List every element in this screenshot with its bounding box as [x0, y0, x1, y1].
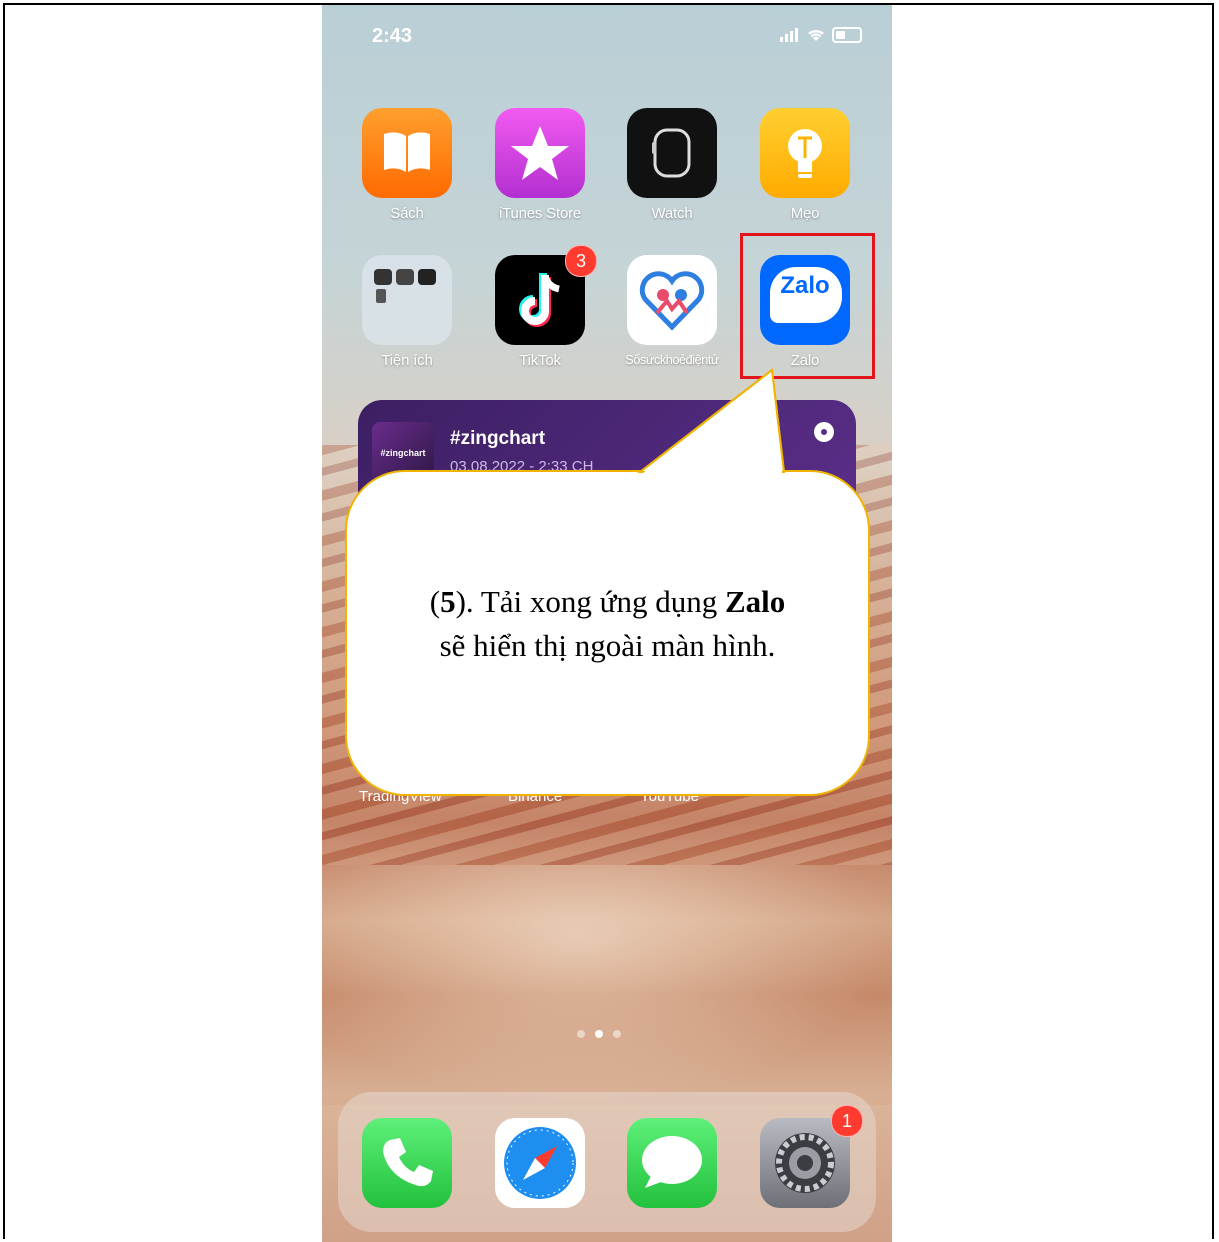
callout-prefix: ( [429, 584, 441, 619]
callout-line2: sẽ hiển thị ngoài màn hình. [439, 628, 776, 663]
callout-app-name: Zalo [724, 584, 786, 619]
callout-step-number: 5 [440, 584, 456, 619]
callout-middle: ). Tải xong ứng dụng [455, 584, 725, 619]
callout-text: (5). Tải xong ứng dụng Zalo sẽ hiển thị … [345, 580, 870, 668]
